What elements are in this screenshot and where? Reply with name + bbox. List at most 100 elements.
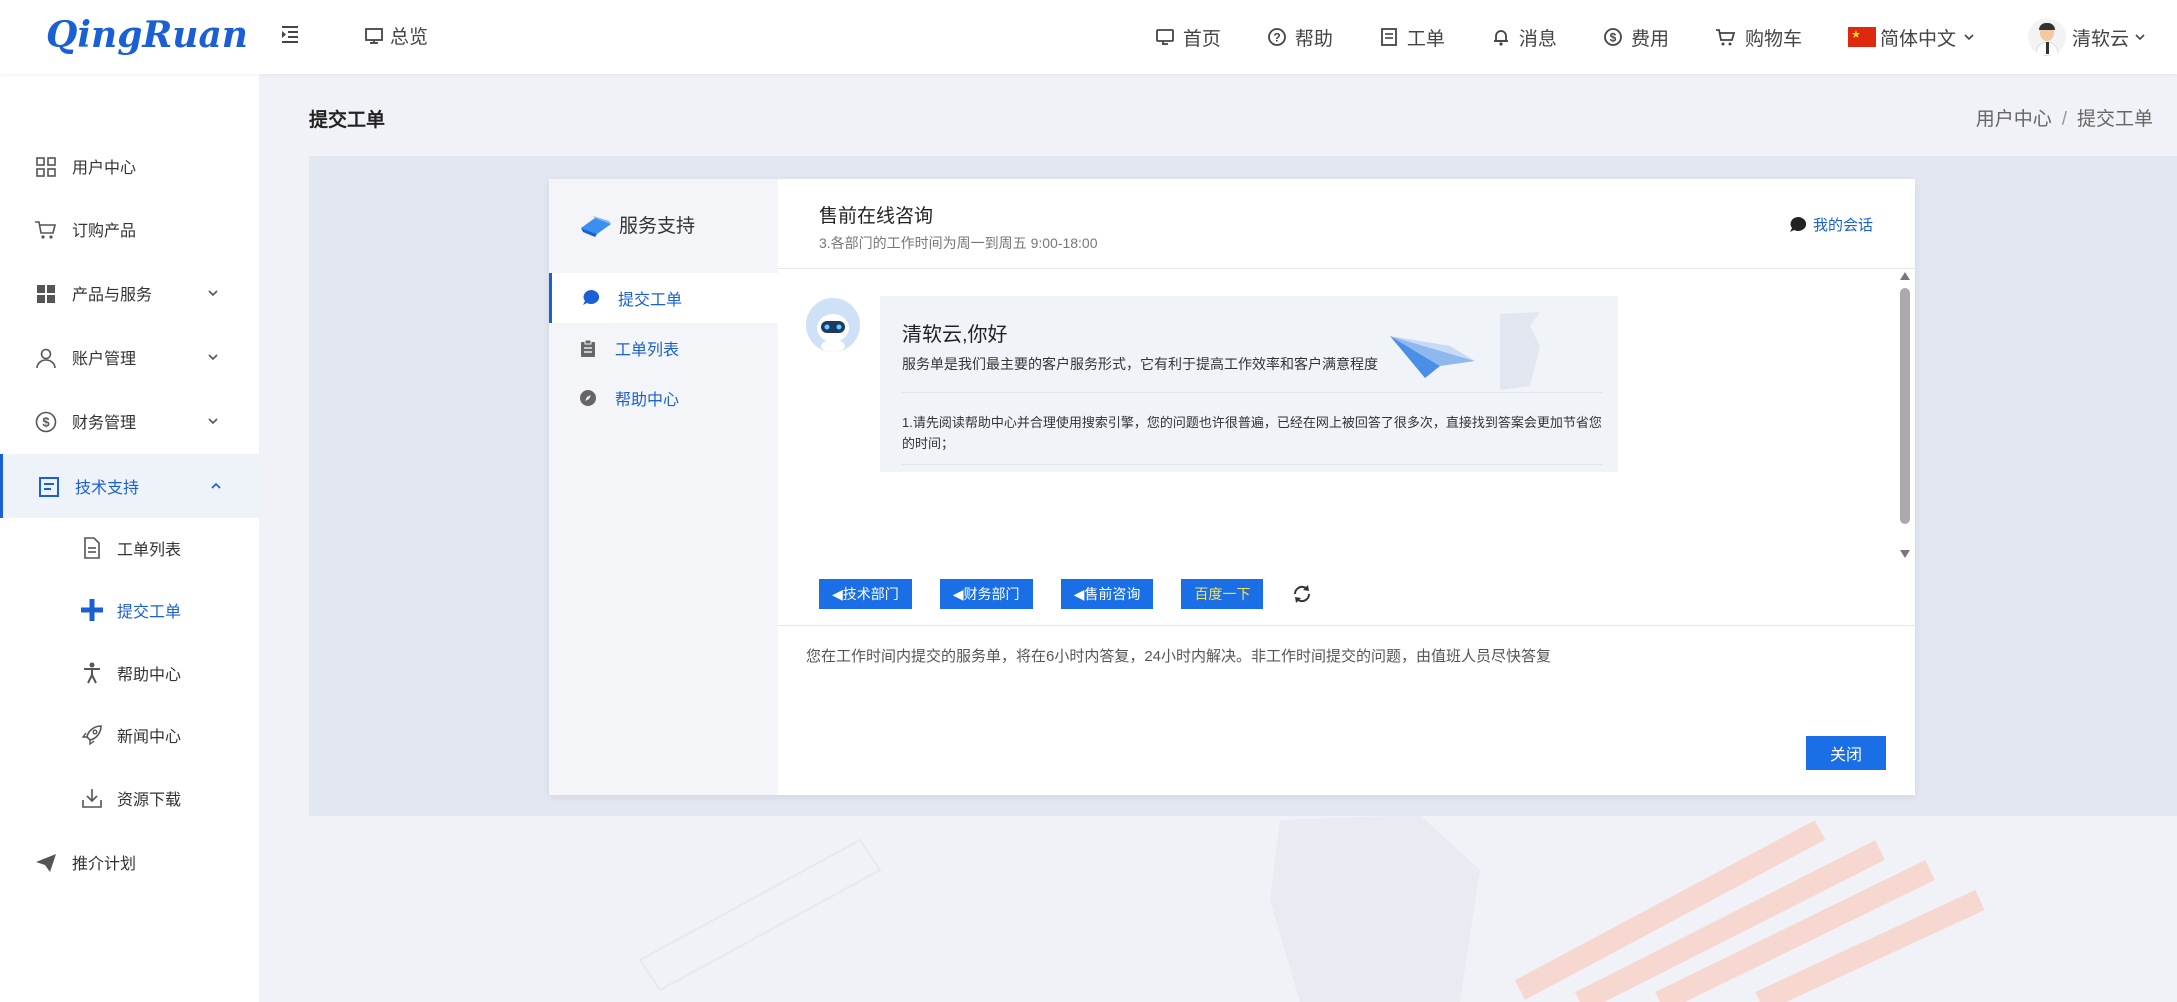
nav-help[interactable]: ? 帮助 xyxy=(1267,24,1333,51)
dialog-title: 售前在线咨询 xyxy=(819,206,934,227)
dialog-header: 售前在线咨询 3.各部门的工作时间为周一到周五 9:00-18:00 我的会话 xyxy=(778,179,1915,269)
refresh-icon[interactable] xyxy=(1291,583,1313,605)
chat-icon xyxy=(583,289,600,305)
dollar-icon: $ xyxy=(35,411,57,433)
send-icon: ◀ xyxy=(952,585,964,602)
sidebar-item-label: 订购产品 xyxy=(72,223,137,240)
download-icon xyxy=(82,789,102,808)
avatar xyxy=(2027,18,2066,56)
close-button[interactable]: 关闭 xyxy=(1806,736,1886,770)
logo[interactable]: QingRuan xyxy=(46,14,248,56)
bubble-divider xyxy=(902,392,1602,393)
rocket-icon xyxy=(81,725,102,746)
welcome-bubble: 清软云,你好 服务单是我们最主要的客户服务形式，它有利于提高工作效率和客户满意程… xyxy=(880,296,1618,472)
nav-fee[interactable]: $ 费用 xyxy=(1603,24,1669,51)
svg-text:$: $ xyxy=(1610,31,1617,45)
chat-scrollbar[interactable] xyxy=(1897,272,1913,562)
my-session-label: 我的会话 xyxy=(1812,217,1873,234)
ticket-icon xyxy=(1381,28,1397,46)
top-nav: 首页 ? 帮助 工单 消息 $ 费用 购物车 简体中文 清软云 xyxy=(1155,0,2177,74)
person-icon xyxy=(84,662,100,684)
chevron-down-icon xyxy=(1964,34,1974,41)
service-notice: 您在工作时间内提交的服务单，将在6小时内答复，24小时内解决。非工作时间提交的问… xyxy=(806,648,1552,665)
bell-icon xyxy=(1493,30,1508,46)
sidebar-item-referral[interactable]: 推介计划 xyxy=(0,830,259,894)
top-bar: QingRuan 总览 首页 ? 帮助 工单 消息 $ 费用 购物车 ★ 简体中… xyxy=(0,0,2177,74)
china-flag-icon xyxy=(1847,27,1876,47)
chevron-up-icon xyxy=(211,482,221,489)
service-title-label: 服务支持 xyxy=(619,216,696,237)
nav-message-label: 消息 xyxy=(1518,28,1557,50)
my-session-link[interactable]: 我的会话 xyxy=(1789,214,1873,235)
presales-button[interactable]: ◀ 售前咨询 xyxy=(1060,579,1154,609)
bubble-divider xyxy=(902,464,1602,465)
nav-ticket-label: 工单 xyxy=(1406,28,1445,50)
svg-text:$: $ xyxy=(42,415,50,430)
sidebar-subitem-help-center[interactable]: 帮助中心 xyxy=(0,642,259,704)
help-icon: ? xyxy=(1267,28,1286,46)
language-selector[interactable]: 简体中文 xyxy=(1847,24,1976,51)
dialog-menu-help-center[interactable]: 帮助中心 xyxy=(549,373,778,423)
monitor-icon xyxy=(365,27,383,44)
intro-text: 服务单是我们最主要的客户服务形式，它有利于提高工作效率和客户满意程度 xyxy=(902,356,1378,372)
send-icon: ◀ xyxy=(832,585,843,602)
chevron-down-icon xyxy=(208,290,218,297)
sidebar-subitem-label: 资源下载 xyxy=(117,792,182,809)
overview-link[interactable]: 总览 xyxy=(364,22,428,49)
nav-message[interactable]: 消息 xyxy=(1491,24,1557,51)
sidebar-item-account[interactable]: 账户管理 xyxy=(0,325,259,389)
sidebar-item-label: 账户管理 xyxy=(72,351,137,368)
quick-actions: ◀ 技术部门 ◀ 财务部门 ◀ 售前咨询 百度一下 xyxy=(819,579,1313,609)
nav-home[interactable]: 首页 xyxy=(1155,24,1221,51)
sidebar-item-label: 推介计划 xyxy=(72,856,137,873)
breadcrumb-item-current: 提交工单 xyxy=(2076,109,2153,130)
dialog-sidebar: 服务支持 提交工单 工单列表 帮助中心 xyxy=(549,179,778,795)
paper-plane-icon xyxy=(1390,312,1540,390)
chevron-down-icon xyxy=(208,418,218,425)
send-icon xyxy=(36,854,56,872)
sidebar-subitem-submit-ticket[interactable]: 提交工单 xyxy=(0,579,259,641)
doc-icon xyxy=(39,477,59,497)
plus-icon xyxy=(81,599,103,621)
tech-dept-button[interactable]: ◀ 技术部门 xyxy=(819,579,912,609)
scroll-down-arrow-icon[interactable] xyxy=(1900,550,1910,558)
sidebar-subitem-ticket-list[interactable]: 工单列表 xyxy=(0,517,259,579)
nav-help-label: 帮助 xyxy=(1294,28,1333,50)
chat-area: 清软云,你好 服务单是我们最主要的客户服务形式，它有利于提高工作效率和客户满意程… xyxy=(778,270,1915,558)
sidebar: 用户中心 订购产品 产品与服务 账户管理 $ 财务管理 技术支持 工单列表 提交… xyxy=(0,74,259,1002)
page-title: 提交工单 xyxy=(309,110,386,131)
user-icon xyxy=(36,348,56,369)
sidebar-item-products-services[interactable]: 产品与服务 xyxy=(0,261,259,325)
sidebar-subitem-label: 帮助中心 xyxy=(117,667,182,684)
sidebar-item-order-products[interactable]: 订购产品 xyxy=(0,197,259,261)
dialog-menu-label: 帮助中心 xyxy=(615,392,680,409)
nav-cart[interactable]: 购物车 xyxy=(1715,24,1802,51)
sidebar-item-tech-support[interactable]: 技术支持 xyxy=(0,454,259,518)
user-menu[interactable]: 清软云 xyxy=(2027,18,2147,56)
presales-label: 售前咨询 xyxy=(1084,586,1141,602)
scroll-up-arrow-icon[interactable] xyxy=(1900,272,1910,280)
scroll-thumb[interactable] xyxy=(1900,288,1910,524)
sidebar-item-user-center[interactable]: 用户中心 xyxy=(0,134,259,198)
nav-ticket[interactable]: 工单 xyxy=(1379,24,1445,51)
sidebar-subitem-downloads[interactable]: 资源下载 xyxy=(0,767,259,829)
dialog-menu-submit-ticket[interactable]: 提交工单 xyxy=(549,273,778,323)
apps-icon xyxy=(37,285,55,303)
sidebar-subitem-news-center[interactable]: 新闻中心 xyxy=(0,704,259,766)
service-logo-icon xyxy=(581,215,611,237)
finance-dept-button[interactable]: ◀ 财务部门 xyxy=(939,579,1033,609)
chevron-down-icon xyxy=(208,354,218,361)
sidebar-item-label: 用户中心 xyxy=(72,160,137,177)
robot-avatar xyxy=(806,298,860,352)
user-name: 清软云 xyxy=(2071,28,2129,50)
svg-text:?: ? xyxy=(1273,31,1280,45)
nav-fee-label: 费用 xyxy=(1630,28,1669,50)
breadcrumb: 用户中心 / 提交工单 xyxy=(1975,109,2153,130)
baidu-button[interactable]: 百度一下 xyxy=(1181,579,1264,609)
collapse-menu-icon[interactable] xyxy=(280,23,302,45)
home-icon xyxy=(1155,29,1174,45)
service-title: 服务支持 xyxy=(579,211,695,238)
dialog-menu-ticket-list[interactable]: 工单列表 xyxy=(549,323,778,373)
sidebar-item-finance[interactable]: $ 财务管理 xyxy=(0,389,259,453)
breadcrumb-item-user-center[interactable]: 用户中心 xyxy=(1976,109,2052,130)
